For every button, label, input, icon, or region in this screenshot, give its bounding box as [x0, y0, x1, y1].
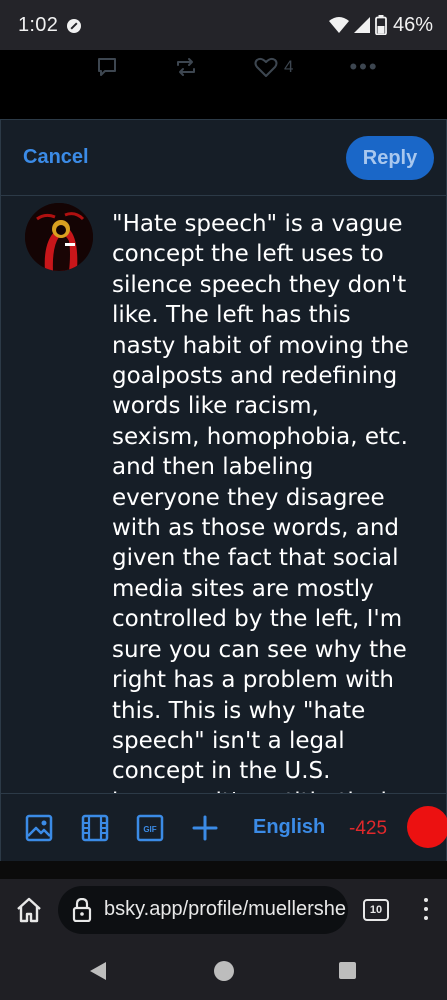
gif-icon[interactable]: GIF — [136, 814, 164, 842]
more-menu-icon[interactable] — [418, 895, 434, 925]
image-icon[interactable] — [25, 814, 53, 842]
cancel-button[interactable]: Cancel — [23, 146, 89, 169]
like-icon — [254, 57, 278, 77]
composer-toolbar: GIF English -425 — [1, 793, 447, 861]
url-text: bsky.app/profile/muellershe — [104, 898, 346, 920]
language-button[interactable]: English — [253, 816, 325, 839]
wifi-icon — [328, 17, 349, 33]
more-icon[interactable]: ••• — [349, 54, 378, 80]
back-icon[interactable] — [90, 962, 106, 980]
battery-icon — [375, 15, 387, 35]
status-indicators: 46% — [328, 13, 433, 36]
reply-composer: Cancel Reply "Hate speech" is a vague co… — [0, 119, 447, 861]
video-icon[interactable] — [81, 814, 109, 842]
dnd-icon — [67, 19, 81, 33]
status-bar: 1:02 46% — [0, 0, 447, 50]
svg-text:GIF: GIF — [143, 825, 156, 834]
avatar — [25, 203, 93, 271]
signal-icon — [353, 17, 370, 33]
tab-switcher-button[interactable]: 10 — [363, 899, 389, 921]
status-time: 1:02 — [18, 14, 59, 36]
reply-icon[interactable] — [96, 56, 118, 78]
feed-post-actions: 4 ••• — [0, 50, 447, 120]
like-count: 4 — [284, 57, 294, 76]
home-icon[interactable] — [14, 895, 44, 925]
browser-toolbar: bsky.app/profile/muellershe 10 — [0, 879, 447, 943]
lock-icon — [72, 898, 92, 922]
char-count: -425 — [349, 818, 388, 839]
composer-header: Cancel Reply — [1, 120, 446, 196]
url-bar[interactable]: bsky.app/profile/muellershe — [58, 886, 348, 934]
plus-icon[interactable] — [191, 814, 219, 842]
compose-text-input[interactable]: "Hate speech" is a vague concept the lef… — [112, 209, 412, 793]
like-group[interactable]: 4 — [254, 56, 293, 78]
battery-percent: 46% — [392, 13, 433, 36]
recents-icon[interactable] — [339, 962, 356, 979]
home-nav-icon[interactable] — [214, 961, 234, 981]
system-nav-bar — [0, 943, 447, 1000]
reply-button[interactable]: Reply — [346, 136, 434, 180]
avatar-image — [25, 203, 93, 271]
char-limit-indicator — [407, 806, 447, 848]
divider — [0, 861, 447, 879]
repost-icon[interactable] — [174, 56, 198, 78]
